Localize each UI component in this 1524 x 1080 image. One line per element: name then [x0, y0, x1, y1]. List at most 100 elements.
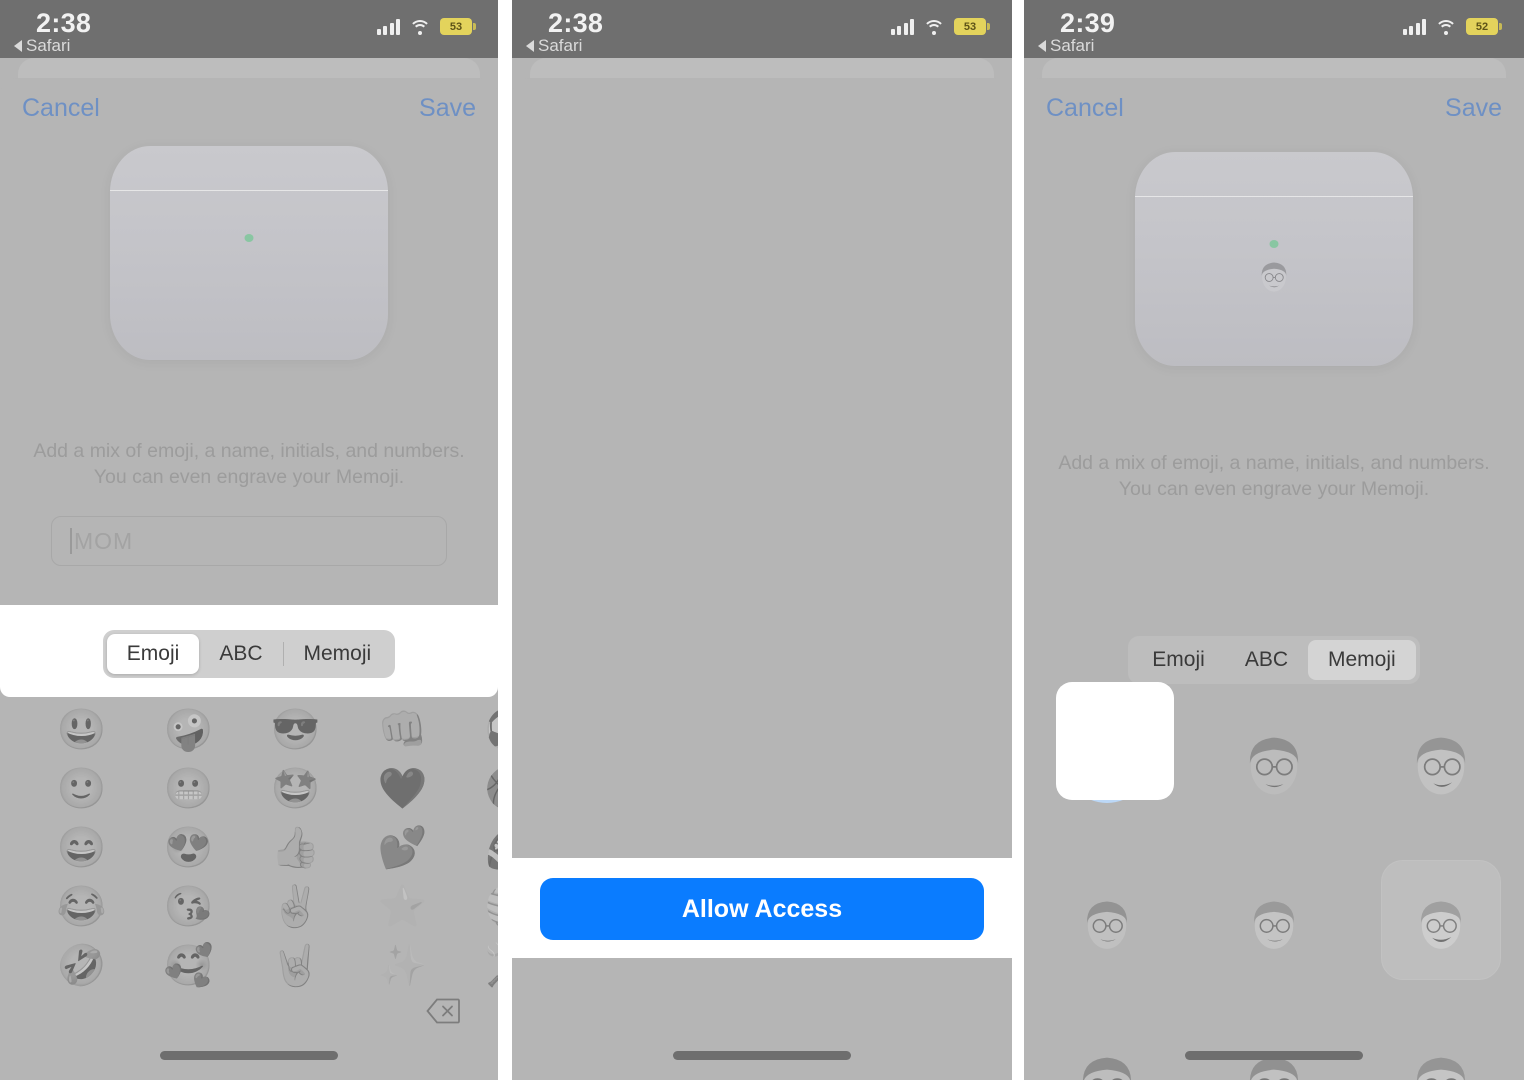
panel-gap	[1012, 0, 1024, 1080]
emoji-key[interactable]: ⭐	[349, 877, 456, 936]
emoji-key[interactable]: 😘	[135, 877, 242, 936]
emoji-key[interactable]: 🤣	[28, 936, 135, 995]
emoji-key[interactable]: 🙂	[28, 759, 135, 818]
cellular-bars-icon	[376, 18, 400, 35]
panel-memoji-picker: 2:39 Safari 52 Cancel Save Add a mix of …	[1024, 0, 1524, 1080]
segment-emoji[interactable]: Emoji	[1132, 640, 1225, 680]
status-bar-time: 2:38	[36, 8, 92, 38]
emoji-key[interactable]: 🤪	[135, 700, 242, 759]
memoji-cell-selected[interactable]	[1357, 840, 1524, 1000]
emoji-key[interactable]: 🏈	[456, 818, 498, 877]
panel-memoji-permission: 2:38 Safari 53 Allow Access	[512, 0, 1012, 1080]
memoji-cell[interactable]	[1191, 840, 1358, 1000]
emoji-key[interactable]: 🏐	[456, 877, 498, 936]
save-button[interactable]: Save	[1445, 94, 1502, 123]
engraving-input[interactable]: MOM	[51, 516, 447, 566]
status-led-indicator	[244, 234, 254, 242]
emoji-key[interactable]: 👍	[242, 818, 349, 877]
battery-icon: 53	[954, 18, 990, 35]
segmented-control: Emoji ABC Memoji	[1128, 636, 1420, 684]
home-indicator	[673, 1051, 851, 1060]
emoji-key[interactable]: 😄	[28, 818, 135, 877]
emoji-key[interactable]: 💕	[349, 818, 456, 877]
emoji-key[interactable]: 👊	[349, 700, 456, 759]
cellular-bars-icon	[1402, 18, 1426, 35]
engraving-helper-text: Add a mix of emoji, a name, initials, an…	[33, 440, 465, 488]
memoji-cell[interactable]	[1024, 840, 1191, 1000]
status-bar-indicators: 52	[1402, 18, 1502, 35]
emoji-key[interactable]: 😬	[135, 759, 242, 818]
emoji-key[interactable]: 😎	[242, 700, 349, 759]
delete-key[interactable]	[426, 998, 460, 1024]
segment-abc[interactable]: ABC	[199, 634, 282, 674]
status-led-indicator	[1269, 240, 1279, 248]
back-arrow-icon	[1038, 40, 1046, 52]
back-to-safari-link[interactable]: Safari	[14, 36, 70, 56]
memoji-avatar	[1064, 1037, 1150, 1080]
tutorial-screenshot-board: 2:38 Safari 53 Cancel Save Add a mix of …	[0, 0, 1524, 1080]
emoji-key[interactable]: ✌️	[242, 877, 349, 936]
airpods-case-preview	[0, 146, 498, 360]
airpods-case-image	[110, 146, 388, 360]
emoji-key[interactable]: 🖤	[349, 759, 456, 818]
wifi-icon	[1435, 19, 1457, 35]
emoji-key[interactable]: 🤘	[242, 936, 349, 995]
memoji-cell[interactable]	[1191, 680, 1358, 840]
case-lid-seam	[1135, 196, 1413, 197]
back-arrow-icon	[526, 40, 534, 52]
text-caret	[70, 528, 72, 554]
keyboard-mode-switcher: Emoji ABC Memoji	[1024, 636, 1524, 684]
save-button[interactable]: Save	[419, 94, 476, 123]
emoji-key[interactable]: ✨	[349, 936, 456, 995]
memoji-cell[interactable]	[1191, 1000, 1358, 1080]
memoji-avatar	[1404, 883, 1478, 957]
segment-memoji[interactable]: Memoji	[1308, 640, 1416, 680]
highlight-callout-camera-button	[1056, 682, 1174, 800]
status-bar-indicators: 53	[890, 18, 990, 35]
emoji-key[interactable]: 🎾	[456, 936, 498, 995]
emoji-key[interactable]: 🤩	[242, 759, 349, 818]
keyboard-mode-switcher: Emoji ABC Memoji	[0, 630, 498, 678]
emoji-key[interactable]: 😂	[28, 877, 135, 936]
back-app-label: Safari	[538, 36, 583, 55]
cancel-button[interactable]: Cancel	[1046, 94, 1124, 123]
emoji-key[interactable]: 🥰	[135, 936, 242, 995]
engraving-input-placeholder: MOM	[74, 527, 134, 554]
back-app-label: Safari	[26, 36, 71, 55]
emoji-key[interactable]: 🏀	[456, 759, 498, 818]
status-bar-time: 2:38	[548, 8, 604, 38]
emoji-key[interactable]: ⚽	[456, 700, 498, 759]
memoji-avatar	[1398, 1037, 1484, 1080]
emoji-key[interactable]: 😍	[135, 818, 242, 877]
home-indicator	[160, 1051, 338, 1060]
battery-level-label: 52	[1475, 20, 1489, 33]
home-indicator	[1185, 1051, 1363, 1060]
memoji-cell[interactable]	[1357, 680, 1524, 840]
status-bar: 2:38 Safari 53	[512, 0, 1012, 58]
emoji-keyboard-grid[interactable]: 😃🤪😎👊⚽ 🙂😬🤩🖤🏀 😄😍👍💕🏈 😂😘✌️⭐🏐 🤣🥰🤘✨🎾	[0, 700, 498, 1036]
segment-abc[interactable]: ABC	[1225, 640, 1308, 680]
sheet-toolbar: Cancel Save	[1024, 78, 1524, 138]
airpods-case-preview	[1024, 152, 1524, 366]
segment-memoji[interactable]: Memoji	[284, 634, 392, 674]
status-bar: 2:38 Safari 53	[0, 0, 498, 58]
allow-access-button[interactable]: Allow Access	[540, 878, 984, 940]
memoji-avatar	[1070, 883, 1144, 957]
engraving-helper-text: Add a mix of emoji, a name, initials, an…	[1058, 452, 1490, 500]
sheet-toolbar: Cancel Save	[0, 78, 498, 138]
panel-emoji-keyboard: 2:38 Safari 53 Cancel Save Add a mix of …	[0, 0, 498, 1080]
back-to-safari-link[interactable]: Safari	[1038, 36, 1094, 56]
memoji-cell[interactable]	[1024, 1000, 1191, 1080]
back-app-label: Safari	[1050, 36, 1095, 55]
emoji-key[interactable]: 😃	[28, 700, 135, 759]
cancel-button[interactable]: Cancel	[22, 94, 100, 123]
battery-level-label: 53	[963, 20, 977, 33]
memoji-cell[interactable]	[1357, 1000, 1524, 1080]
wifi-icon	[923, 19, 945, 35]
back-arrow-icon	[14, 40, 22, 52]
back-to-safari-link[interactable]: Safari	[526, 36, 582, 56]
airpods-case-image	[1135, 152, 1413, 366]
battery-icon: 53	[440, 18, 476, 35]
battery-level-label: 53	[449, 20, 463, 33]
segment-emoji[interactable]: Emoji	[106, 634, 200, 674]
